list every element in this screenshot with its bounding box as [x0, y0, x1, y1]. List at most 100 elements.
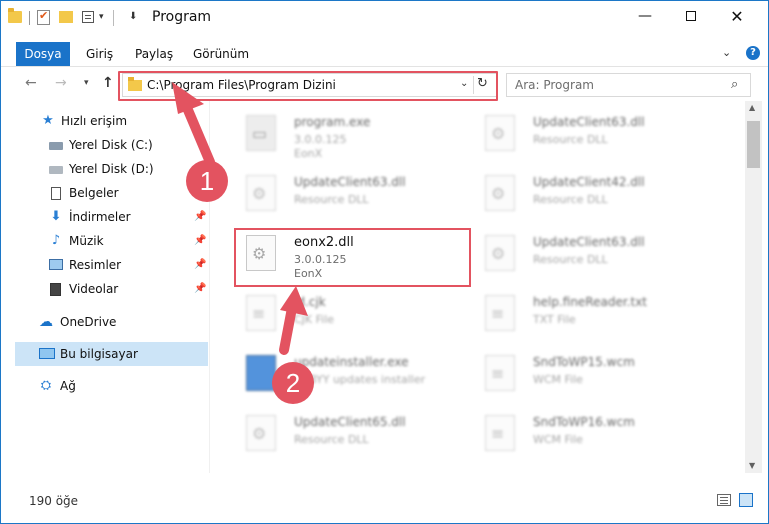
sidebar-item-quick-access[interactable]: ★ Hızlı erişim [1, 109, 209, 133]
address-highlight-box [118, 71, 498, 101]
pictures-icon [49, 259, 63, 270]
drive-icon [49, 166, 63, 174]
up-button[interactable]: ↑ [102, 75, 114, 91]
file-item[interactable]: program.exe 3.0.0.125 EonX [220, 105, 460, 161]
tab-view[interactable]: Görünüm [183, 42, 259, 66]
back-button[interactable]: ← [25, 75, 37, 91]
file-type: Resource DLL [533, 193, 608, 206]
sidebar-item-videos[interactable]: Videolar 📌 [1, 277, 209, 301]
file-name: UpdateClient63.dll [533, 235, 645, 249]
file-highlight-box [234, 228, 471, 287]
large-icons-view-icon[interactable] [739, 493, 753, 507]
file-item[interactable]: SndToWP15.wcm WCM File [459, 345, 699, 401]
pin-icon[interactable]: 📌 [194, 211, 206, 222]
sidebar-item-label: Hızlı erişim [61, 114, 128, 128]
file-company: EonX [294, 147, 323, 160]
expand-ribbon-icon[interactable]: ⌄ [722, 46, 731, 59]
pin-icon[interactable]: 📌 [194, 259, 206, 270]
status-bar: 190 öğe [1, 489, 768, 513]
ribbon-divider [1, 66, 768, 67]
downloads-icon: ⬇ [50, 209, 62, 224]
maximize-icon [686, 11, 696, 21]
music-icon: ♪ [51, 233, 61, 248]
sidebar-item-label: Yerel Disk (C:) [69, 138, 153, 152]
file-name: program.exe [294, 115, 371, 129]
sidebar-item-label: OneDrive [60, 315, 117, 329]
pin-icon[interactable]: 📌 [194, 283, 206, 294]
sidebar-item-downloads[interactable]: ⬇ İndirmeler 📌 [1, 205, 209, 229]
tab-share[interactable]: Paylaş [125, 42, 183, 66]
sidebar-item-documents[interactable]: Belgeler [1, 181, 209, 205]
text-file-icon [485, 295, 515, 331]
file-icon [485, 355, 515, 391]
toolbar-separator [113, 10, 114, 26]
file-type: TXT File [533, 313, 576, 326]
dll-file-icon [485, 115, 515, 151]
search-icon[interactable]: ⌕ [731, 77, 738, 92]
title-bar: ▾ ⬇ Program — ✕ [1, 1, 768, 32]
properties-icon[interactable] [37, 9, 50, 25]
file-item[interactable]: updateinstaller.exe ABBYY updates instal… [220, 345, 460, 401]
file-item[interactable]: UpdateClient63.dll Resource DLL [459, 105, 699, 161]
computer-icon [39, 348, 55, 359]
file-type: Resource DLL [294, 193, 369, 206]
sidebar-item-music[interactable]: ♪ Müzik 📌 [1, 229, 209, 253]
file-item[interactable]: UpdateClient65.dll Resource DLL [220, 405, 460, 461]
toolbar-separator [29, 11, 30, 25]
file-name: help.fineReader.txt [533, 295, 647, 309]
sidebar-item-label: Bu bilgisayar [60, 347, 138, 361]
dll-file-icon [485, 175, 515, 211]
vertical-scrollbar[interactable]: ▲ ▼ [745, 101, 762, 473]
scroll-down-icon[interactable]: ▼ [749, 461, 755, 470]
file-item[interactable]: UpdateClient63.dll Resource DLL [459, 225, 699, 281]
sidebar-item-label: Yerel Disk (D:) [69, 162, 154, 176]
forward-button[interactable]: → [55, 75, 67, 91]
customize-toolbar-icon[interactable]: ⬇ [129, 11, 137, 27]
sidebar-item-drive-c[interactable]: Yerel Disk (C:) [1, 133, 209, 157]
new-folder-icon[interactable] [59, 11, 73, 23]
details-view-icon[interactable] [717, 494, 731, 506]
folder-icon [8, 8, 22, 23]
sidebar-item-network[interactable]: ⛭ Ağ [1, 374, 209, 398]
file-type: Resource DLL [533, 133, 608, 146]
dll-file-icon [246, 175, 276, 211]
scroll-thumb[interactable] [747, 121, 760, 168]
dll-file-icon [485, 235, 515, 271]
file-name: UpdateClient42.dll [533, 175, 645, 189]
file-explorer-window: ▾ ⬇ Program — ✕ Dosya Giriş Paylaş Görün… [0, 0, 769, 524]
tab-file[interactable]: Dosya [16, 42, 70, 66]
file-item[interactable]: UpdateClient42.dll Resource DLL [459, 165, 699, 221]
file-name: updateinstaller.exe [294, 355, 409, 369]
star-icon: ★ [42, 113, 54, 128]
help-icon[interactable]: ? [746, 46, 760, 60]
callout-step-2: 2 [272, 362, 314, 404]
file-name: UpdateClient63.dll [294, 175, 406, 189]
file-item[interactable]: UpdateClient63.dll Resource DLL [220, 165, 460, 221]
sidebar-item-label: Ağ [60, 379, 76, 393]
file-item[interactable]: SndToWP16.wcm WCM File [459, 405, 699, 461]
sidebar-item-this-pc[interactable]: Bu bilgisayar [15, 342, 208, 366]
sidebar-item-drive-d[interactable]: Yerel Disk (D:) [1, 157, 209, 181]
file-name: UpdateClient63.dll [533, 115, 645, 129]
scroll-up-icon[interactable]: ▲ [749, 103, 755, 112]
close-button[interactable]: ✕ [714, 1, 760, 32]
sidebar-item-pictures[interactable]: Resimler 📌 [1, 253, 209, 277]
chevron-down-icon[interactable]: ▾ [99, 12, 104, 28]
file-item[interactable]: ld.cjk CJK File [220, 285, 460, 341]
file-item[interactable]: help.fineReader.txt TXT File [459, 285, 699, 341]
maximize-button[interactable] [668, 1, 714, 32]
pin-icon[interactable]: 📌 [194, 235, 206, 246]
file-name: UpdateClient65.dll [294, 415, 406, 429]
file-icon [246, 295, 276, 331]
tab-home[interactable]: Giriş [76, 42, 123, 66]
ribbon-tabs: Dosya Giriş Paylaş Görünüm ⌄ ? [1, 42, 768, 66]
recent-locations-icon[interactable]: ▾ [84, 78, 89, 88]
minimize-button[interactable]: — [622, 1, 668, 32]
search-input[interactable] [515, 78, 715, 92]
file-name: SndToWP15.wcm [533, 355, 635, 369]
search-box[interactable]: ⌕ [506, 73, 751, 97]
videos-icon [50, 283, 61, 296]
sidebar-item-onedrive[interactable]: ☁ OneDrive [1, 310, 209, 334]
view-options-icon[interactable] [82, 11, 94, 23]
documents-icon [51, 187, 61, 200]
